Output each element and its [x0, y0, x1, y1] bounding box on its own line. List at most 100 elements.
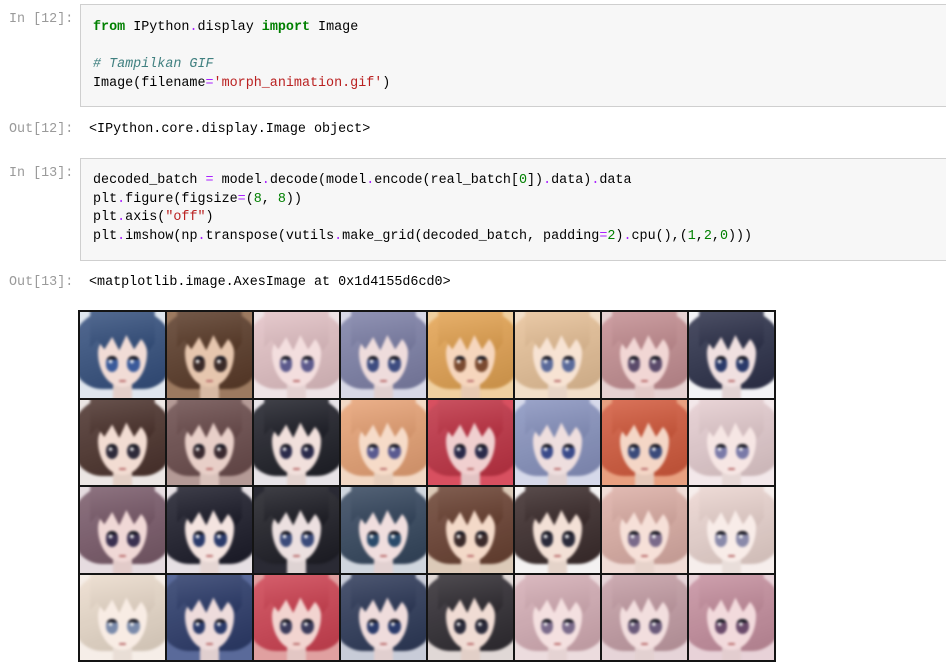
right-eye — [474, 443, 488, 460]
left-eye — [627, 531, 641, 547]
generated-face-tile — [167, 487, 252, 573]
face-art — [254, 574, 339, 660]
generated-face-tile — [254, 312, 339, 398]
face-art — [341, 574, 426, 660]
generated-face-tile — [254, 399, 339, 485]
code-block[interactable]: from IPython.display import Image # Tamp… — [93, 19, 946, 93]
code-token: . — [334, 228, 343, 244]
left-eye — [714, 531, 728, 547]
left-eye — [192, 356, 206, 372]
left-eye — [453, 356, 467, 372]
mouth — [206, 380, 213, 383]
left-eye — [366, 531, 380, 547]
face-art — [167, 399, 252, 485]
code-token: . — [197, 228, 206, 244]
face-art — [689, 312, 774, 398]
face-art — [341, 312, 426, 398]
face-art — [689, 487, 774, 573]
code-token: 2 — [607, 228, 616, 244]
right-eye — [213, 618, 227, 635]
generated-face-tile — [428, 574, 513, 660]
right-eye — [561, 531, 575, 547]
generated-face-tile — [602, 312, 687, 398]
generated-face-tile — [689, 487, 774, 573]
code-token: "off" — [165, 210, 206, 225]
mouth — [467, 380, 474, 383]
right-eye — [561, 443, 575, 460]
code-token: . — [117, 210, 126, 225]
right-eye — [300, 443, 314, 460]
face-art — [80, 574, 165, 660]
code-token: . — [189, 20, 198, 35]
generated-face-tile — [341, 399, 426, 485]
code-line[interactable]: decoded_batch = model.decode(model.encod… — [93, 172, 946, 191]
generated-face-tile — [80, 574, 165, 660]
right-eye — [387, 618, 401, 635]
left-eye — [540, 531, 554, 547]
code-line[interactable]: Image(filename='morph_animation.gif') — [93, 75, 946, 94]
face-art — [428, 399, 513, 485]
face-art — [167, 312, 252, 398]
generated-face-tile — [341, 574, 426, 660]
mouth — [467, 467, 474, 470]
mouth — [293, 467, 300, 470]
code-line[interactable]: plt.figure(figsize=(8, 8)) — [93, 191, 946, 210]
mouth — [467, 642, 474, 645]
face-art — [254, 312, 339, 398]
generated-face-tile — [428, 399, 513, 485]
code-editor[interactable]: decoded_batch = model.decode(model.encod… — [80, 158, 946, 261]
code-token: = — [205, 173, 214, 188]
generated-face-tile — [80, 487, 165, 573]
face-art — [167, 574, 252, 660]
left-eye — [453, 531, 467, 547]
face-art — [80, 487, 165, 573]
mouth — [119, 642, 126, 645]
code-block[interactable]: decoded_batch = model.decode(model.encod… — [93, 172, 946, 246]
mouth — [728, 555, 735, 558]
code-token: . — [366, 173, 375, 188]
code-token: 'morph_animation.gif' — [213, 75, 383, 91]
face-art — [515, 312, 600, 398]
left-eye — [279, 356, 293, 372]
generated-face-tile — [515, 399, 600, 485]
output-image-grid — [78, 310, 776, 662]
left-eye — [105, 356, 119, 372]
right-eye — [735, 531, 749, 547]
code-token: # Tampilkan GIF — [93, 57, 214, 72]
right-eye — [648, 531, 662, 547]
mouth — [293, 642, 300, 645]
code-line[interactable]: from IPython.display import Image — [93, 19, 946, 38]
right-eye — [126, 356, 140, 372]
code-line[interactable] — [93, 38, 946, 57]
face-art — [428, 487, 513, 573]
right-eye — [126, 618, 140, 635]
generated-face-tile — [341, 312, 426, 398]
code-token: 1 — [687, 228, 696, 244]
code-line[interactable]: # Tampilkan GIF — [93, 56, 946, 75]
input-prompt: In [13]: — [9, 166, 74, 181]
right-eye — [213, 531, 227, 547]
generated-face-tile — [80, 312, 165, 398]
mouth — [206, 555, 213, 558]
face-art — [602, 399, 687, 485]
mouth — [380, 642, 387, 645]
mouth — [206, 467, 213, 470]
code-line[interactable]: plt.axis("off") — [93, 209, 946, 228]
generated-face-tile — [515, 487, 600, 573]
generated-face-tile — [689, 574, 774, 660]
face-art — [80, 399, 165, 485]
code-editor[interactable]: from IPython.display import Image # Tamp… — [80, 4, 946, 107]
right-eye — [474, 618, 488, 635]
face-art — [602, 574, 687, 660]
right-eye — [300, 618, 314, 635]
output-prompt: Out[12]: — [9, 122, 74, 137]
left-eye — [714, 356, 728, 372]
generated-face-tile — [602, 487, 687, 573]
generated-face-tile — [428, 487, 513, 573]
mouth — [467, 555, 474, 558]
right-eye — [474, 531, 488, 547]
code-line[interactable]: plt.imshow(np.transpose(vutils.make_grid… — [93, 228, 946, 247]
generated-face-tile — [689, 399, 774, 485]
mouth — [554, 467, 561, 470]
code-token: . — [117, 228, 126, 244]
